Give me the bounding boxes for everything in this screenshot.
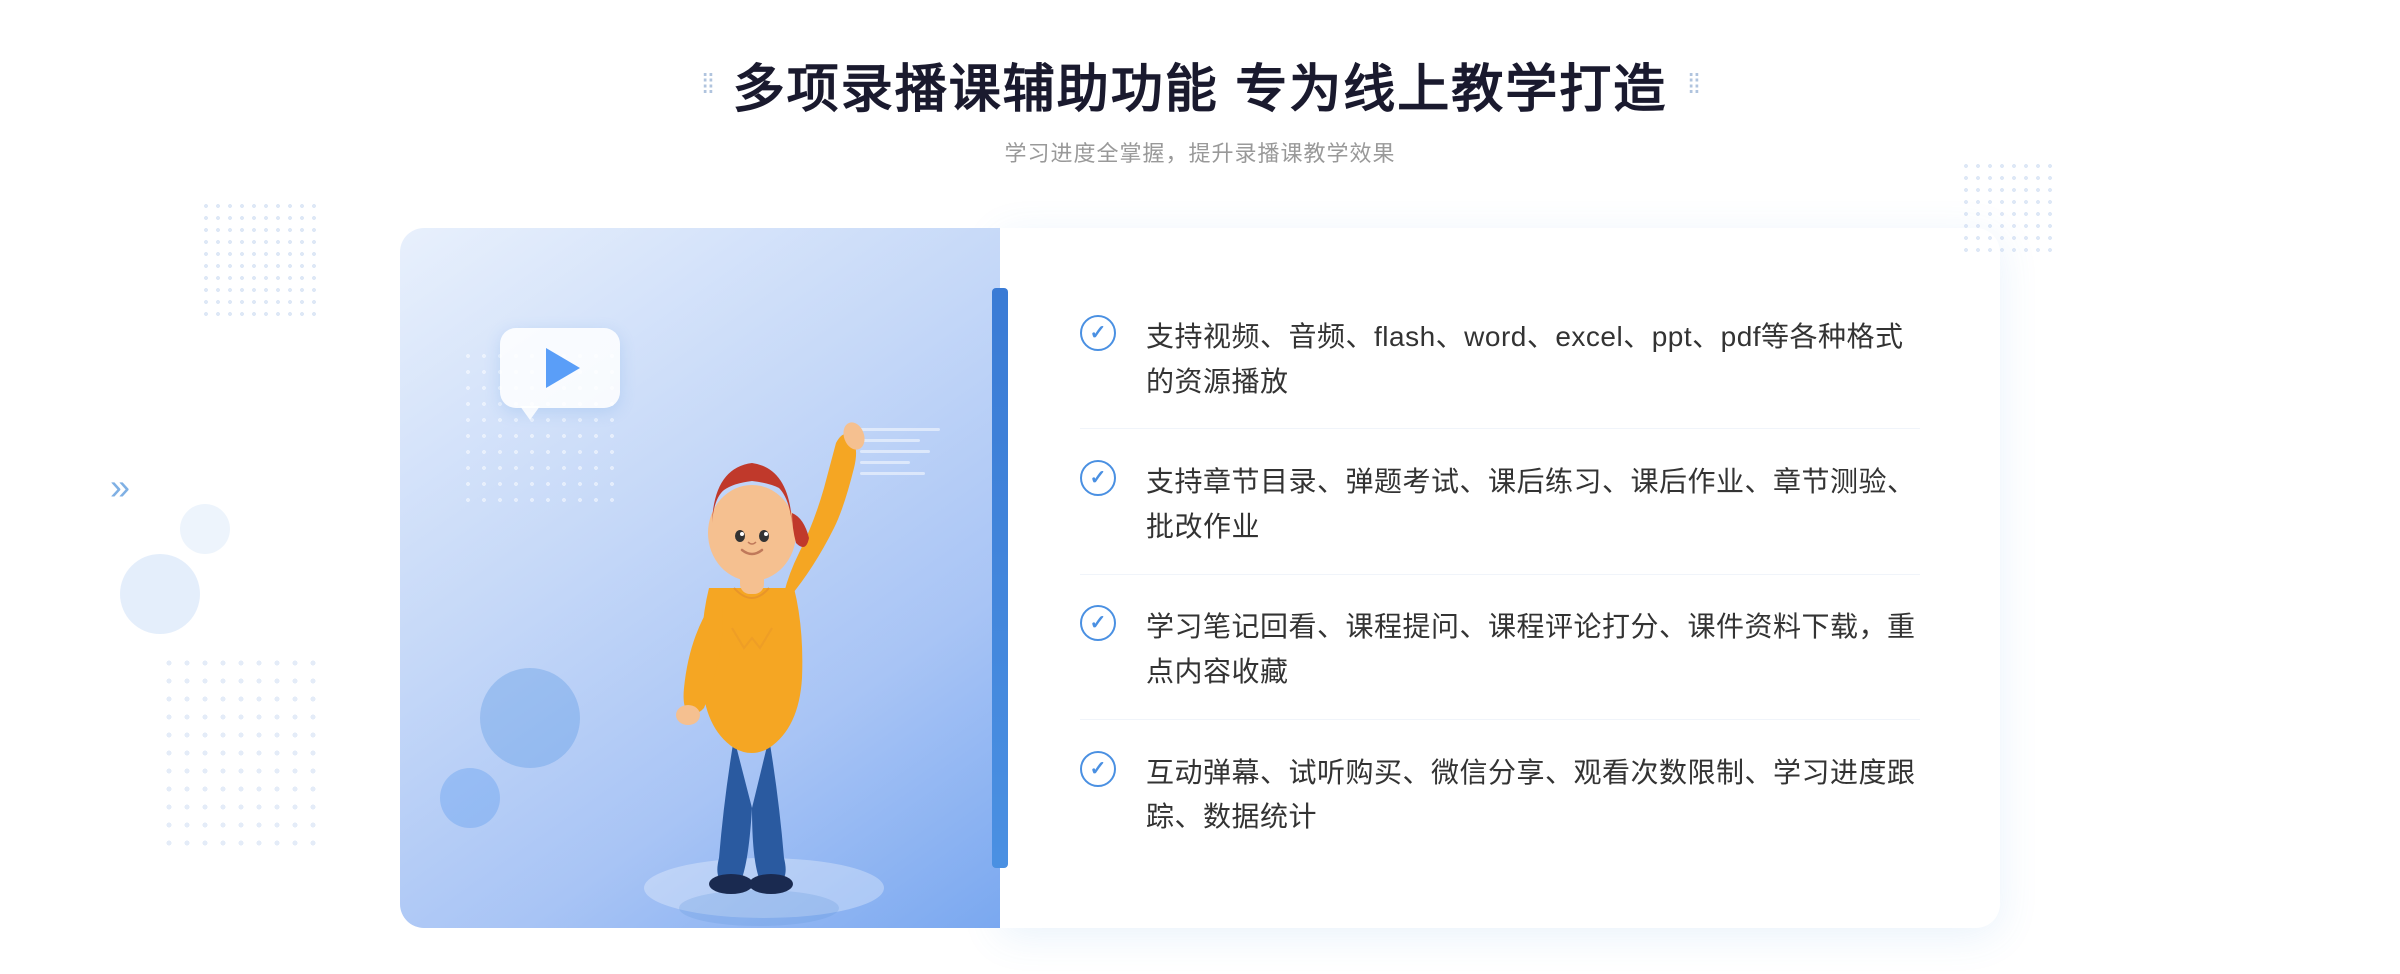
person-illustration: [604, 368, 924, 928]
circle-decoration-2: [180, 504, 230, 554]
check-icon-4: ✓: [1080, 751, 1116, 787]
illustration-panel: [400, 228, 1000, 928]
feature-item-4: ✓ 互动弹幕、试听购买、微信分享、观看次数限制、学习进度跟踪、数据统计: [1080, 727, 1920, 865]
speech-bubble: [500, 328, 620, 408]
check-icon-3: ✓: [1080, 605, 1116, 641]
feature-item-2: ✓ 支持章节目录、弹题考试、课后练习、课后作业、章节测验、批改作业: [1080, 436, 1920, 575]
header-decorator-left: ⁞⁞: [701, 68, 713, 100]
page-subtitle: 学习进度全掌握，提升录播课教学效果: [701, 136, 1699, 168]
feature-text-4: 互动弹幕、试听购买、微信分享、观看次数限制、学习进度跟踪、数据统计: [1146, 751, 1920, 841]
features-panel: ✓ 支持视频、音频、flash、word、excel、ppt、pdf等各种格式的…: [1000, 228, 2000, 928]
blue-accent-bar: [992, 288, 1008, 868]
circle-decor-1: [480, 668, 580, 768]
play-area: [500, 328, 620, 428]
header-section: ⁞⁞ 多项录播课辅助功能 专为线上教学打造 ⁞⁞ 学习进度全掌握，提升录播课教学…: [701, 47, 1699, 168]
page-title: 多项录播课辅助功能 专为线上教学打造: [733, 47, 1667, 122]
chevron-left-icon: »: [110, 466, 130, 508]
feature-item-3: ✓ 学习笔记回看、课程提问、课程评论打分、课件资料下载，重点内容收藏: [1080, 581, 1920, 720]
header-title-row: ⁞⁞ 多项录播课辅助功能 专为线上教学打造 ⁞⁞: [701, 47, 1699, 122]
feature-text-1: 支持视频、音频、flash、word、excel、ppt、pdf等各种格式的资源…: [1146, 315, 1920, 405]
dots-decoration-top-left: [200, 200, 320, 320]
circle-decoration-1: [120, 554, 200, 634]
dots-decoration-top-right: [1960, 160, 2060, 260]
play-icon: [546, 348, 580, 388]
page-wrapper: » ⁞⁞ 多项录播课辅助功能 专为线上教学打造 ⁞⁞ 学习进度全掌握，提升录播课…: [0, 0, 2400, 974]
check-icon-2: ✓: [1080, 460, 1116, 496]
feature-text-3: 学习笔记回看、课程提问、课程评论打分、课件资料下载，重点内容收藏: [1146, 605, 1920, 695]
dots-decoration-bottom-left: [160, 654, 320, 854]
circle-decor-2: [440, 768, 500, 828]
feature-item-1: ✓ 支持视频、音频、flash、word、excel、ppt、pdf等各种格式的…: [1080, 291, 1920, 430]
content-area: ✓ 支持视频、音频、flash、word、excel、ppt、pdf等各种格式的…: [400, 228, 2000, 928]
feature-text-2: 支持章节目录、弹题考试、课后练习、课后作业、章节测验、批改作业: [1146, 460, 1920, 550]
check-icon-1: ✓: [1080, 315, 1116, 351]
header-decorator-right: ⁞⁞: [1687, 68, 1699, 100]
